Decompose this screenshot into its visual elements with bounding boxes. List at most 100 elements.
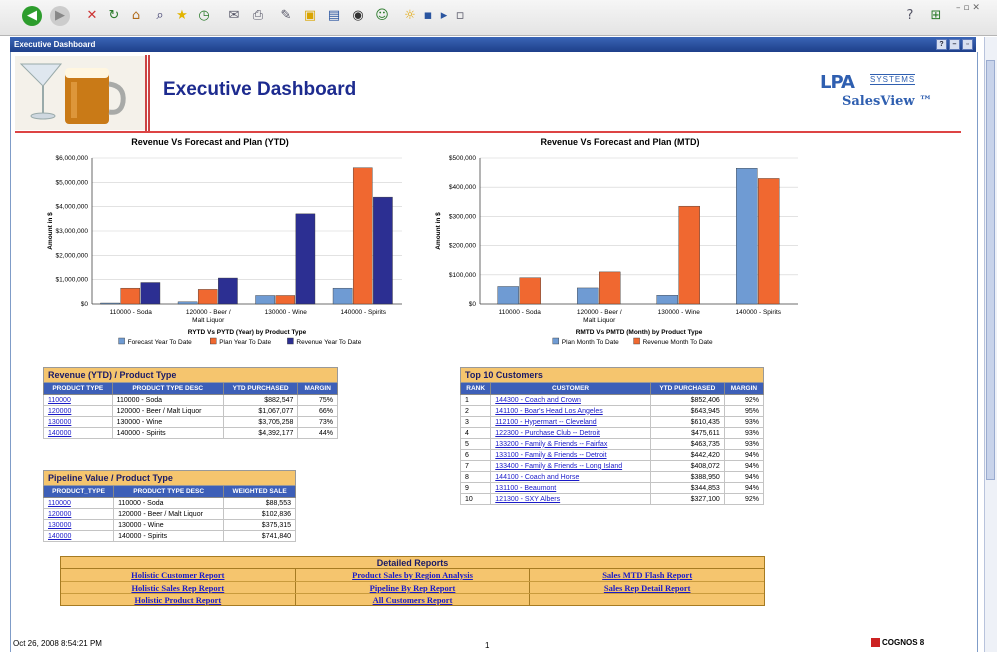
y-tick-label: $0 [81, 301, 89, 308]
header-divider [145, 55, 150, 131]
revenue-table-cell: 140000 - Spirits [111, 427, 224, 439]
customers-table-cell: $408,072 [649, 460, 725, 472]
customers-table-row: 10 121300 - SXY Albers $327,100 92% [459, 493, 765, 505]
history-icon[interactable]: ◷ [194, 6, 214, 26]
detailed-reports-title: Detailed Reports [61, 557, 764, 569]
detailed-reports-panel: Detailed Reports Holistic Customer Repor… [60, 556, 765, 606]
pipeline-table-cell: $102,836 [223, 508, 296, 520]
back-icon[interactable]: ◀ [22, 6, 42, 26]
pipeline-table-link[interactable]: 120000 [48, 511, 71, 518]
report-link[interactable]: Holistic Sales Rep Report [131, 583, 224, 593]
portlet-title-bar: Executive Dashboard ? – ▫ [10, 37, 976, 52]
report-link[interactable]: Product Sales by Region Analysis [352, 570, 473, 580]
page-title: Executive Dashboard [163, 79, 357, 100]
bar-forecast-year-to-date [255, 295, 275, 305]
favorites-icon[interactable]: ★ [172, 6, 192, 26]
x-tick-label: 140000 - Spirits [340, 309, 386, 316]
minimize-button[interactable]: – [949, 39, 960, 50]
pipeline-table-cell: 110000 [42, 497, 115, 509]
customers-table-row: 8 144100 - Coach and Horse $388,950 94% [459, 471, 765, 483]
pipeline-table-row: 130000 130000 - Wine $375,315 [42, 519, 296, 531]
forward-icon[interactable]: ▶ [50, 6, 70, 26]
col-product-type-desc[interactable]: PRODUCT TYPE DESC [111, 382, 224, 395]
mail-icon[interactable]: ✉ [224, 6, 244, 26]
report-link[interactable]: Sales Rep Detail Report [604, 583, 691, 593]
y-tick-label: $5,000,000 [55, 179, 88, 186]
y-axis-label: Amount in $ [435, 212, 442, 250]
col-product-type[interactable]: PRODUCT_TYPE [42, 485, 115, 498]
maximize-button[interactable]: ▫ [962, 39, 973, 50]
customers-table-link[interactable]: 144100 - Coach and Horse [495, 474, 579, 481]
customers-table-link[interactable]: 131100 - Beaumont [495, 485, 556, 492]
report-link[interactable]: Holistic Product Report [134, 595, 221, 605]
customers-table-row: 4 122300 - Purchase Club -- Detroit $475,6… [459, 427, 765, 439]
search-icon[interactable]: ⌕ [150, 6, 170, 26]
edit-icon[interactable]: ✎ [276, 6, 296, 26]
revenue-table-row: 130000 130000 - Wine $3,705,258 73% [43, 416, 338, 428]
customers-table-cell: 8 [459, 471, 492, 483]
folder-icon[interactable]: ▤ [324, 6, 344, 26]
customers-table-link[interactable]: 133100 - Family & Friends -- Detroit [495, 452, 606, 459]
y-tick-label: $400,000 [449, 184, 476, 191]
pipeline-table-link[interactable]: 140000 [48, 533, 71, 540]
customers-table-link[interactable]: 112100 - Hypermart -- Cleveland [495, 419, 596, 426]
customers-table-cell: $610,435 [649, 416, 725, 428]
media-icon[interactable]: ◉ [348, 6, 368, 26]
customers-table-cell: 10 [459, 493, 492, 505]
scrollbar-thumb[interactable] [986, 60, 995, 480]
home-icon[interactable]: ⌂ [126, 6, 146, 26]
customers-table-row: 2 141100 - Boar's Head Los Angeles $643,94… [459, 405, 765, 417]
col-ytd-purchased[interactable]: YTD PURCHASED [649, 382, 725, 395]
revenue-table-link[interactable]: 130000 [48, 419, 71, 426]
customers-table-cell: 131100 - Beaumont [490, 482, 651, 494]
pipeline-table-link[interactable]: 130000 [48, 522, 71, 529]
stop-icon[interactable]: ✕ [82, 6, 102, 26]
customers-table-cell: 144100 - Coach and Horse [490, 471, 651, 483]
legend-label: Plan Year To Date [219, 339, 271, 346]
legend-label: Revenue Month To Date [643, 339, 713, 346]
revenue-table-cell: 110000 - Soda [111, 394, 224, 406]
discuss-icon[interactable]: ▣ [300, 6, 320, 26]
col-product-type-desc[interactable]: PRODUCT TYPE DESC [113, 485, 225, 498]
help-button[interactable]: ? [936, 39, 947, 50]
doc-icon[interactable]: ▫ [450, 6, 470, 26]
revenue-table-link[interactable]: 120000 [48, 408, 71, 415]
customers-table-cell: 144300 - Coach and Crown [490, 394, 651, 406]
customers-table-link[interactable]: 144300 - Coach and Crown [495, 397, 581, 404]
customers-table-link[interactable]: 141100 - Boar's Head Los Angeles [495, 408, 602, 415]
col-product-type[interactable]: PRODUCT TYPE [43, 382, 113, 395]
x-tick-label: 130000 - Wine [265, 309, 308, 316]
x-tick-label: 110000 - Soda [499, 309, 542, 316]
col-rank[interactable]: RANK [459, 382, 492, 395]
pipeline-table-link[interactable]: 110000 [48, 500, 71, 507]
report-link[interactable]: Holistic Customer Report [131, 570, 224, 580]
print-icon[interactable]: ⎙ [248, 6, 268, 26]
customers-table-cell: 93% [723, 416, 765, 428]
window-controls[interactable]: – ▫ ✕ [956, 3, 980, 13]
help-icon[interactable]: ? [900, 6, 920, 26]
col-margin[interactable]: MARGIN [723, 382, 765, 395]
customers-table-link[interactable]: 133400 - Family & Friends -- Long Island [495, 463, 622, 470]
customers-table-cell: 92% [723, 394, 765, 406]
col-weighted-sale[interactable]: WEIGHTED SALE [223, 485, 296, 498]
report-link[interactable]: All Customers Report [373, 595, 453, 605]
customers-table-cell: 7 [459, 460, 492, 472]
pipeline-value-table: Pipeline Value / Product Type PRODUCT_TY… [42, 470, 296, 542]
customers-table-cell: 6 [459, 449, 492, 461]
report-link[interactable]: Sales MTD Flash Report [602, 570, 692, 580]
logo-sub-text: SalesView ™ [842, 94, 933, 109]
revenue-table-link[interactable]: 110000 [48, 397, 71, 404]
sun-icon[interactable]: ☼ [400, 6, 420, 26]
col-customer[interactable]: CUSTOMER [490, 382, 651, 395]
mtd-revenue-chart: $0 $100,000 $200,000 $300,000 $400,000 $500,0… [435, 155, 798, 346]
col-margin[interactable]: MARGIN [297, 382, 338, 395]
customers-table-link[interactable]: 121300 - SXY Albers [495, 496, 560, 503]
customers-table-link[interactable]: 133200 - Family & Friends -- Fairfax [495, 441, 607, 448]
revenue-table-link[interactable]: 140000 [48, 430, 71, 437]
cognos-brand: COGNOS 8 [871, 638, 924, 648]
customers-table-link[interactable]: 122300 - Purchase Club -- Detroit [495, 430, 600, 437]
col-ytd-purchased[interactable]: YTD PURCHASED [222, 382, 299, 395]
report-link[interactable]: Pipeline By Rep Report [370, 583, 456, 593]
refresh-icon[interactable]: ↻ [104, 6, 124, 26]
messenger-icon[interactable]: ☺ [372, 6, 392, 26]
